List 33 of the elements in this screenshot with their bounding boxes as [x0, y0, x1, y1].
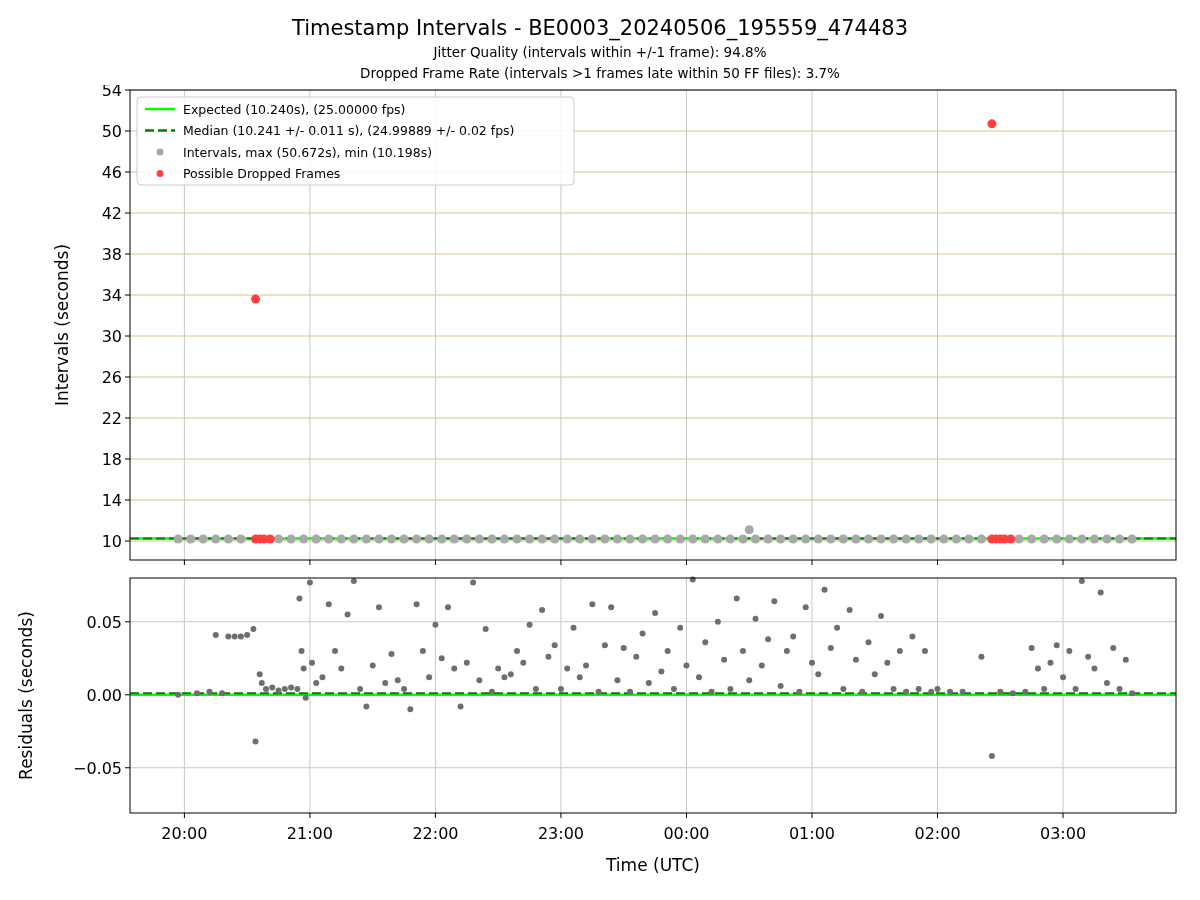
axis-tick-label: 34: [101, 286, 122, 305]
axis-tick-label: 21:00: [286, 824, 333, 843]
axis-tick-label: 30: [101, 327, 122, 346]
x-axis-label: Time (UTC): [606, 855, 700, 875]
axis-tick-label: 23:00: [537, 824, 584, 843]
axis-tick-label: 18: [101, 450, 122, 470]
axis-tick-label: 22: [101, 409, 122, 429]
legend-label: Median (10.241 +/- 0.011 s), (24.99889 +/- 0.02 fps): [183, 123, 515, 138]
axis-tick-label: 42: [101, 204, 122, 223]
axis-tick-label: 02:00: [914, 824, 961, 843]
axis-tick-label: 14: [101, 491, 122, 511]
legend-label: Expected (10.240s), (25.00000 fps): [183, 101, 406, 117]
axis-tick-label: 50: [101, 122, 122, 141]
axis-tick-label: 22:00: [412, 824, 459, 843]
y-axis-label: Residuals (seconds): [16, 611, 36, 780]
axis-tick-label: 10: [101, 532, 122, 552]
legend-label: Intervals, max (50.672s), min (10.198s): [183, 144, 433, 160]
axis-tick-label: 01:00: [788, 824, 836, 843]
axis-tick-label: 54: [101, 85, 122, 100]
axis-tick-label: 20:00: [161, 824, 208, 843]
axis-tick-label: 00:00: [663, 824, 710, 843]
legend-label: Possible Dropped Frames: [183, 166, 341, 181]
axis-tick-label: 03:00: [1040, 824, 1087, 843]
axis-tick-label: 38: [101, 245, 122, 264]
axis-tick-label: 26: [101, 368, 122, 387]
figure-subtitle: Dropped Frame Rate (intervals >1 frames late within 50 FF files): 3.7%: [360, 64, 840, 83]
y-axis-label: Intervals (seconds): [52, 243, 72, 407]
figure-title: Timestamp Intervals - BE0003_20240506_195559_474483: [292, 15, 908, 42]
axis-tick-label: 46: [101, 163, 122, 182]
axis-tick-label: 0.05: [86, 612, 122, 632]
axis-tick-label: −0.05: [72, 758, 122, 778]
figure-subtitle: Jitter Quality (intervals within +/-1 frame): 94.8%: [433, 43, 767, 62]
axis-tick-label: 0.00: [86, 685, 122, 705]
